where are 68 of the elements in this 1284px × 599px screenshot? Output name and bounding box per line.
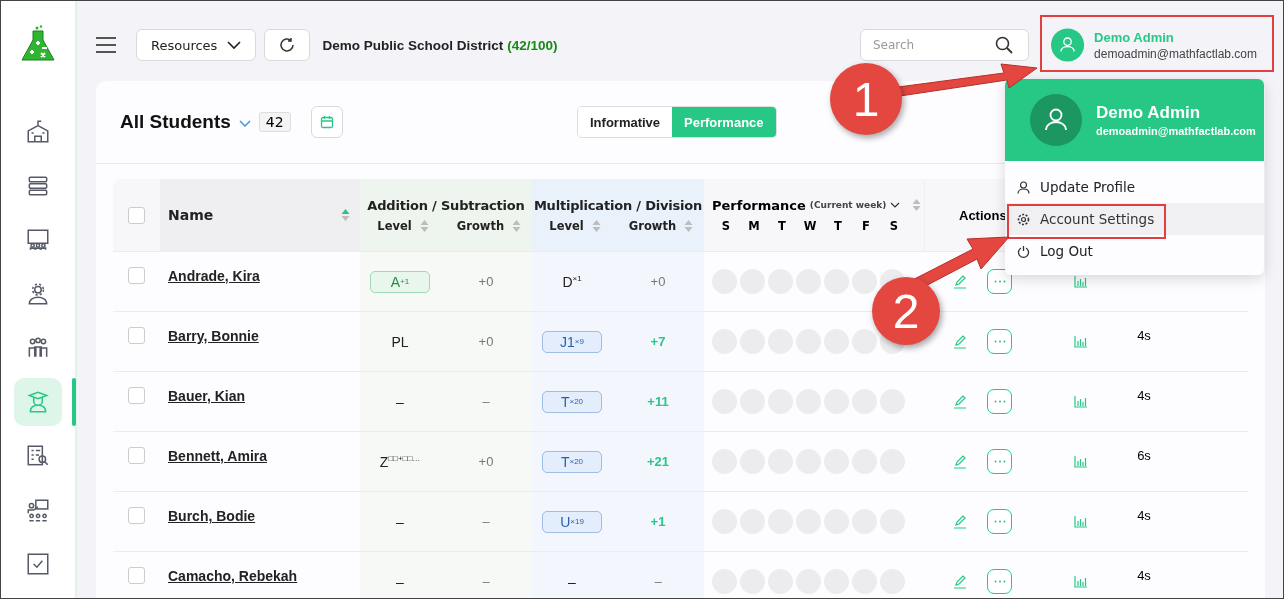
user-profile-chip[interactable]: Demo Admin demoadmin@mathfactlab.com xyxy=(1043,22,1265,68)
column-header[interactable]: Performance xyxy=(712,197,806,213)
student-count-badge: 42 xyxy=(258,112,291,132)
time-value: 4s xyxy=(1137,568,1151,583)
time-value: 4s xyxy=(1137,508,1151,523)
menu-item[interactable]: Account Settings xyxy=(1005,203,1264,235)
level-text: D$^{×1}$ xyxy=(562,273,582,290)
level-badge: U$^{×19}$ xyxy=(542,510,602,533)
student-name-link[interactable]: Barry, Bonnie xyxy=(168,328,259,344)
weekday-label: M xyxy=(747,218,761,233)
level-text: – xyxy=(396,513,404,530)
level-text: Z$^{□□+□□…}$ xyxy=(379,453,421,470)
weekday-label: S xyxy=(888,218,900,233)
callout-number: 1 xyxy=(830,63,902,135)
week-filter[interactable]: (Current week) xyxy=(809,200,887,210)
column-header[interactable]: Growth xyxy=(446,218,532,233)
growth-value: +7 xyxy=(650,334,666,349)
student-name-link[interactable]: Burch, Bodie xyxy=(168,508,256,524)
column-header[interactable]: Level xyxy=(532,218,618,233)
level-text: PL xyxy=(391,333,409,350)
growth-value: – xyxy=(654,574,662,589)
student-name-link[interactable]: Bennett, Amira xyxy=(168,448,268,464)
weekday-label: W xyxy=(802,218,818,233)
column-header[interactable]: Growth xyxy=(618,218,704,233)
growth-value: – xyxy=(482,394,490,409)
growth-value: +0 xyxy=(478,334,494,349)
growth-value: – xyxy=(482,514,490,529)
growth-value: +11 xyxy=(647,394,669,409)
resources-dropdown[interactable]: Resources xyxy=(136,29,257,61)
user-email: demoadmin@mathfactlab.com xyxy=(1096,125,1256,137)
growth-value: +0 xyxy=(650,274,666,289)
time-value: 4s xyxy=(1137,388,1151,403)
roster-title[interactable]: All Students xyxy=(120,111,231,133)
level-badge: T$^{×20}$ xyxy=(542,390,602,413)
column-header[interactable]: Level xyxy=(360,218,446,233)
column-header: Actions xyxy=(959,207,1007,223)
growth-value: +0 xyxy=(478,454,494,469)
weekday-label: S xyxy=(720,218,732,233)
search-input[interactable]: Search xyxy=(871,37,995,53)
level-badge: J1$^{×9}$ xyxy=(542,330,602,353)
level-badge: A$^{+1}$ xyxy=(370,270,430,293)
user-name: Demo Admin xyxy=(1094,29,1175,45)
column-group-title: Addition / Subtraction xyxy=(367,197,525,213)
column-group-title: Multiplication / Division xyxy=(533,197,703,213)
growth-value: +21 xyxy=(646,454,670,469)
student-name-link[interactable]: Andrade, Kira xyxy=(168,268,260,284)
level-badge: T$^{×20}$ xyxy=(542,450,602,473)
menu-item[interactable]: Log Out xyxy=(1005,235,1264,267)
growth-value: +1 xyxy=(650,514,666,529)
weekday-label: T xyxy=(833,218,843,233)
time-value: 4s xyxy=(1137,328,1151,343)
menu-item[interactable]: Update Profile xyxy=(1005,171,1264,203)
student-name-link[interactable]: Camacho, Rebekah xyxy=(168,568,298,584)
user-email: demoadmin@mathfactlab.com xyxy=(1094,46,1257,61)
level-text: – xyxy=(396,573,404,590)
search-box[interactable]: Search xyxy=(860,29,1029,61)
column-header[interactable]: Name xyxy=(160,179,360,251)
time-value: 6s xyxy=(1137,448,1151,463)
weekday-label: F xyxy=(861,218,871,233)
level-text: – xyxy=(396,393,404,410)
growth-value: – xyxy=(482,574,490,589)
student-name-link[interactable]: Bauer, Kian xyxy=(168,388,246,404)
district-name: Demo Public School District xyxy=(322,37,504,53)
level-text: – xyxy=(568,573,576,590)
user-name: Demo Admin xyxy=(1096,103,1202,123)
student-count: (42/100) xyxy=(507,37,558,53)
growth-value: +0 xyxy=(478,274,494,289)
weekday-label: T xyxy=(777,218,787,233)
